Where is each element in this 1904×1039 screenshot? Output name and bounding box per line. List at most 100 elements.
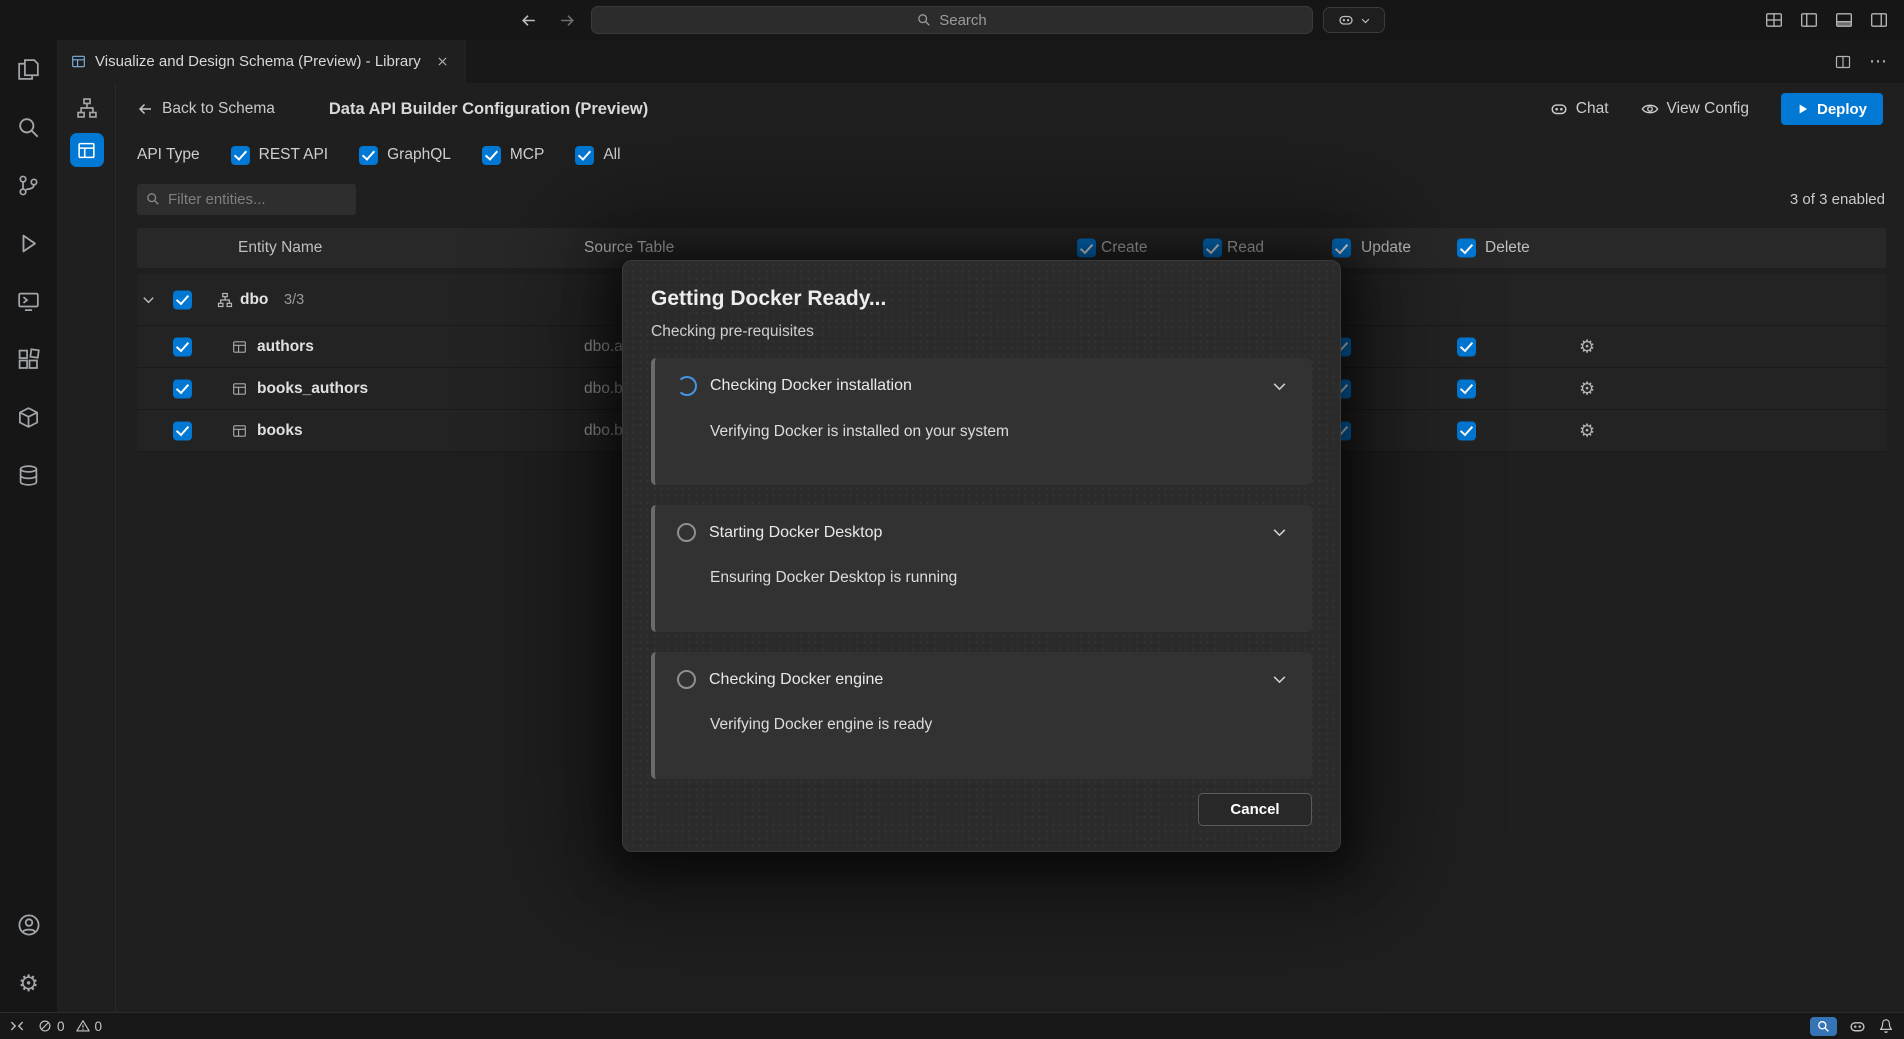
run-debug-icon[interactable] [0,214,58,272]
row-settings-gear-icon[interactable]: ⚙ [1579,336,1595,357]
dab-config-view-icon[interactable] [70,133,104,167]
entity-name-column-header: Entity Name [238,239,322,257]
rest-api-label: REST API [259,146,329,164]
back-to-schema-label: Back to Schema [162,100,275,118]
remote-indicator-icon[interactable] [10,1019,24,1033]
search-icon[interactable] [0,98,58,156]
update-column-checkbox[interactable] [1332,239,1351,258]
back-to-schema-link[interactable]: Back to Schema [137,100,275,118]
error-icon [38,1019,52,1033]
schema-designer-icon[interactable] [74,95,100,121]
all-checkbox[interactable] [575,146,594,165]
row-settings-gear-icon[interactable]: ⚙ [1579,420,1595,441]
extensions-icon[interactable] [0,330,58,388]
cancel-button[interactable]: Cancel [1198,793,1312,826]
toggle-panel-icon[interactable] [1835,11,1853,29]
warning-count: 0 [95,1019,103,1034]
delete-checkbox[interactable] [1457,421,1476,440]
layout-controls [1765,0,1888,40]
collapse-chevron-icon[interactable] [141,292,156,307]
rest-api-checkbox[interactable] [231,146,250,165]
copilot-status-icon[interactable] [1849,1018,1866,1035]
schema-select-checkbox[interactable] [173,290,192,309]
read-column-checkbox[interactable] [1203,239,1222,258]
pending-circle-icon [677,523,696,542]
mcp-checkbox[interactable] [482,146,501,165]
account-icon[interactable] [0,896,58,954]
search-icon [146,192,160,206]
entity-filter-row: 3 of 3 enabled [116,175,1904,223]
chat-button[interactable]: Chat [1550,100,1609,118]
row-settings-gear-icon[interactable]: ⚙ [1579,378,1595,399]
command-center-search[interactable]: Search [591,6,1313,34]
copilot-menu-button[interactable] [1323,7,1385,33]
step-label: Starting Docker Desktop [709,524,1258,542]
search-icon [917,13,931,27]
more-actions-icon[interactable]: ⋯ [1869,51,1888,72]
activity-bar: ⚙ [0,40,58,1012]
remote-explorer-icon[interactable] [0,272,58,330]
row-select-checkbox[interactable] [173,337,192,356]
toggle-primary-sidebar-icon[interactable] [1800,11,1818,29]
settings-gear-icon[interactable]: ⚙ [0,954,58,1012]
tab-close-icon[interactable] [433,52,452,71]
chevron-down-icon [1360,15,1371,26]
table-grid-icon [232,381,247,396]
all-checkbox-group[interactable]: All [575,146,620,165]
package-icon[interactable] [0,388,58,446]
view-config-label: View Config [1667,100,1749,118]
docker-steps: Checking Docker installation Verifying D… [651,358,1312,779]
chevron-down-icon[interactable] [1271,524,1288,541]
step-docker-desktop: Starting Docker Desktop Ensuring Docker … [651,505,1312,632]
chevron-down-icon[interactable] [1271,378,1288,395]
database-icon[interactable] [0,446,58,504]
customize-layout-icon[interactable] [1765,11,1783,29]
graphql-checkbox[interactable] [359,146,378,165]
step-header[interactable]: Checking Docker engine [677,670,1288,689]
entity-filter-input[interactable] [168,191,347,208]
explorer-icon[interactable] [0,40,58,98]
deploy-label: Deploy [1817,101,1867,118]
page-header: Back to Schema Data API Builder Configur… [116,83,1904,135]
view-config-button[interactable]: View Config [1641,100,1749,118]
editor-tab-bar: Visualize and Design Schema (Preview) - … [58,40,1904,83]
step-docker-engine: Checking Docker engine Verifying Docker … [651,652,1312,779]
deploy-button[interactable]: Deploy [1781,93,1883,125]
source-control-icon[interactable] [0,156,58,214]
delete-column-checkbox[interactable] [1457,239,1476,258]
history-navigation [520,0,576,40]
tab-visualize-design-schema[interactable]: Visualize and Design Schema (Preview) - … [58,40,466,83]
api-type-filter-row: API Type REST API GraphQL MCP All [116,135,1904,175]
play-icon [1797,103,1809,115]
forward-arrow-icon[interactable] [559,12,576,29]
graphql-label: GraphQL [387,146,451,164]
step-header[interactable]: Starting Docker Desktop [677,523,1288,542]
api-type-label: API Type [137,146,200,164]
entity-name: books [257,422,303,440]
toggle-secondary-sidebar-icon[interactable] [1870,11,1888,29]
entity-filter-box [137,184,356,215]
entity-name: books_authors [257,380,368,398]
rest-api-checkbox-group[interactable]: REST API [231,146,329,165]
row-select-checkbox[interactable] [173,379,192,398]
back-arrow-icon[interactable] [520,12,537,29]
all-label: All [603,146,620,164]
step-header[interactable]: Checking Docker installation [677,376,1288,396]
schema-icon [217,292,233,308]
mcp-checkbox-group[interactable]: MCP [482,146,544,165]
step-description: Verifying Docker is installed on your sy… [710,423,1288,441]
delete-checkbox[interactable] [1457,337,1476,356]
chevron-down-icon[interactable] [1271,671,1288,688]
split-editor-icon[interactable] [1835,54,1851,70]
notifications-bell-icon[interactable] [1878,1018,1894,1034]
loading-spinner-icon [677,376,697,396]
update-column-header: Update [1361,239,1411,257]
problems-indicator[interactable]: 0 0 [38,1019,102,1034]
create-column-checkbox[interactable] [1077,239,1096,258]
delete-checkbox[interactable] [1457,379,1476,398]
status-bar: 0 0 [0,1012,1904,1039]
chat-label: Chat [1576,100,1609,118]
graphql-checkbox-group[interactable]: GraphQL [359,146,451,165]
zoom-status-icon[interactable] [1810,1017,1837,1036]
row-select-checkbox[interactable] [173,421,192,440]
